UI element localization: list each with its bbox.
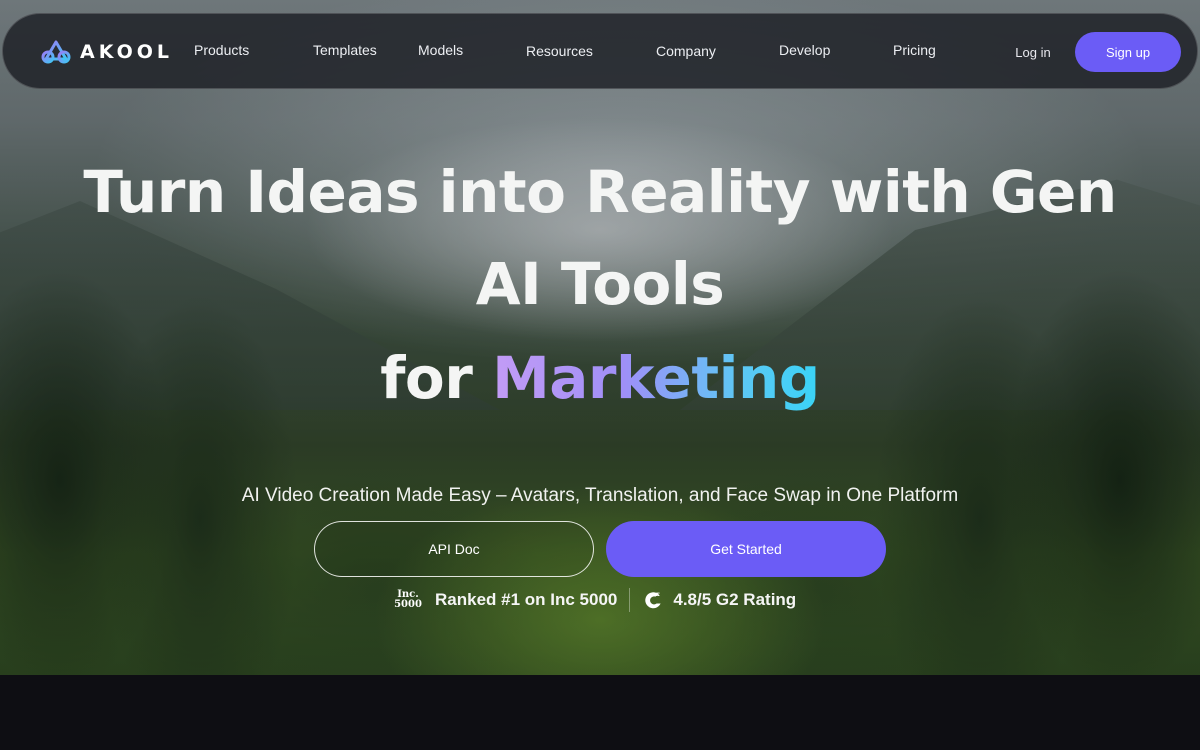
hero-background [0, 0, 1200, 675]
hero-subheadline: for Marketing [60, 342, 1140, 414]
nav-products[interactable]: Products [194, 42, 249, 58]
subhead-highlight: Marketing [492, 344, 820, 412]
next-section [0, 675, 1200, 750]
signup-button[interactable]: Sign up [1075, 32, 1181, 72]
api-doc-button[interactable]: API Doc [314, 521, 594, 577]
inc-5000-icon: Inc. 5000 [394, 589, 422, 610]
badge-divider [629, 588, 631, 612]
nav-company[interactable]: Company [656, 43, 716, 59]
inc-rank-text: Ranked #1 on Inc 5000 [435, 590, 618, 609]
hero-headline: Turn Ideas into Reality with Gen AI Tool… [83, 158, 1117, 318]
nav-resources[interactable]: Resources [526, 43, 593, 59]
nav-pricing[interactable]: Pricing [893, 42, 936, 58]
top-nav: AKOOL Products Templates Models Resource… [2, 13, 1198, 89]
logo-text: AKOOL [80, 41, 173, 63]
trust-badges: Inc. 5000 Ranked #1 on Inc 5000 4.8/5 G2… [390, 586, 820, 614]
akool-logo-icon [41, 40, 71, 64]
get-started-button[interactable]: Get Started [606, 521, 886, 577]
login-button[interactable]: Log in [1003, 33, 1063, 71]
subhead-prefix: for [380, 344, 473, 412]
nav-templates[interactable]: Templates [313, 42, 377, 58]
nav-models[interactable]: Models [418, 42, 463, 58]
g2-rating-text: 4.8/5 G2 Rating [673, 590, 797, 609]
nav-develop[interactable]: Develop [779, 42, 830, 58]
g2-icon [645, 592, 661, 609]
hero-tagline: AI Video Creation Made Easy – Avatars, T… [241, 485, 959, 506]
logo[interactable]: AKOOL [41, 38, 173, 66]
